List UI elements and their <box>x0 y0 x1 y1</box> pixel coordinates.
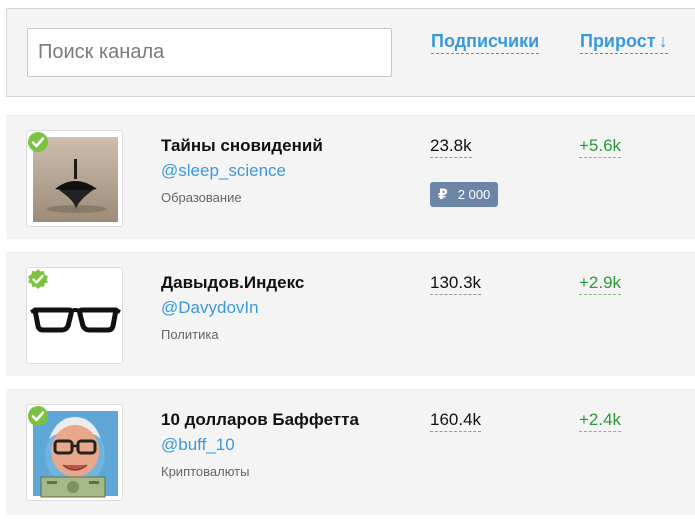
sort-down-arrow-icon: ↓ <box>658 31 668 51</box>
subscriber-count: 130.3k <box>430 273 482 295</box>
verified-badge-icon <box>28 269 48 289</box>
sort-by-growth-link[interactable]: Прирост ↓ <box>580 31 668 54</box>
growth-count: +2.9k <box>579 273 622 295</box>
channel-category: Политика <box>161 327 219 342</box>
channel-title[interactable]: Давыдов.Индекс <box>161 273 304 293</box>
ruble-icon: ₽ <box>438 186 448 202</box>
channel-category: Криптовалюты <box>161 464 250 479</box>
channel-row: Давыдов.Индекс @DavydovIn Политика 130.3… <box>6 252 695 376</box>
channel-handle-link[interactable]: @sleep_science <box>161 161 286 181</box>
channel-row: 10 долларов Баффетта @buff_10 Криптовалю… <box>6 389 695 515</box>
channel-avatar[interactable] <box>26 404 123 501</box>
channel-avatar[interactable] <box>26 130 123 227</box>
ad-price-value: 2 000 <box>457 187 491 202</box>
growth-count: +5.6k <box>579 136 622 158</box>
channel-search-input[interactable] <box>27 28 392 77</box>
growth-count: +2.4k <box>579 410 622 432</box>
channel-handle-link[interactable]: @buff_10 <box>161 435 235 455</box>
verified-badge-icon <box>28 406 48 426</box>
verified-badge-icon <box>28 132 48 152</box>
channel-avatar[interactable] <box>26 267 123 364</box>
channel-handle-link[interactable]: @DavydovIn <box>161 298 259 318</box>
channel-category: Образование <box>161 190 242 205</box>
search-header: Подписчики Прирост↓ <box>6 8 695 97</box>
channel-title[interactable]: Тайны сновидений <box>161 136 323 156</box>
channel-row: Тайны сновидений @sleep_science Образова… <box>6 115 695 239</box>
sort-by-subscribers-link[interactable]: Подписчики <box>431 31 540 54</box>
subscriber-count: 160.4k <box>430 410 482 432</box>
sort-growth-label: Прирост <box>580 31 656 51</box>
ad-price-badge[interactable]: ₽ 2 000 <box>430 182 499 207</box>
subscriber-count: 23.8k <box>430 136 472 158</box>
channel-title[interactable]: 10 долларов Баффетта <box>161 410 359 430</box>
